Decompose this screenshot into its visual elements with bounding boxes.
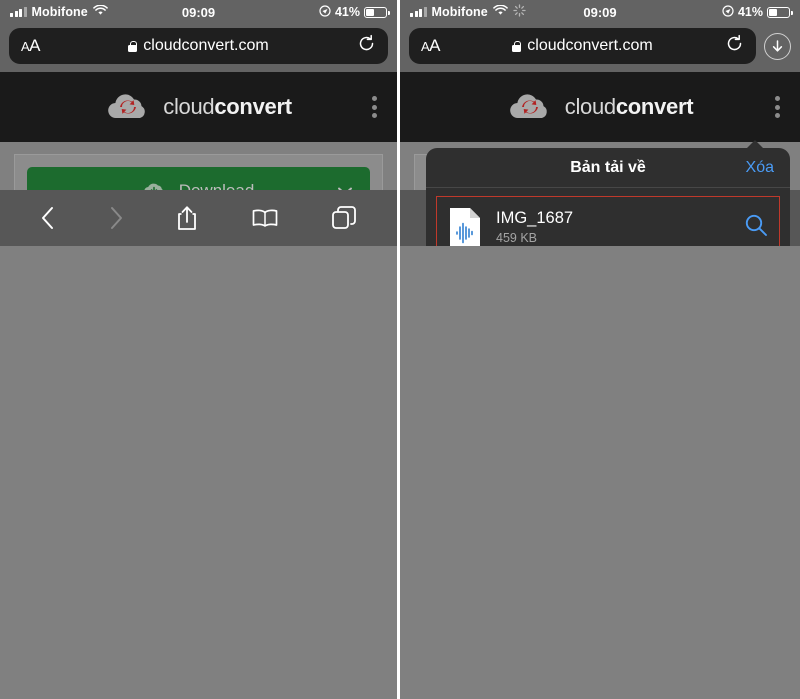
battery-percent-label: 41% xyxy=(334,5,360,19)
status-bar-left: Mobifone 09:09 41% xyxy=(0,0,397,24)
downloads-title: Bản tải về xyxy=(570,159,646,176)
lock-icon xyxy=(128,40,138,52)
tabs-icon[interactable] xyxy=(331,206,356,230)
status-right-group: 41% xyxy=(722,4,793,20)
address-bar-container-right: AA cloudconvert.com xyxy=(400,24,800,72)
url-display: cloudconvert.com xyxy=(9,37,388,55)
search-icon[interactable] xyxy=(744,213,768,242)
download-file-size: 459 KB xyxy=(496,231,538,245)
carrier-label: Mobifone xyxy=(31,5,88,19)
battery-icon xyxy=(767,6,793,18)
screenshot-pair: Mobifone 09:09 41% AA cloudconvert.com c… xyxy=(0,0,800,699)
url-text: cloudconvert.com xyxy=(143,37,269,54)
wifi-icon xyxy=(492,4,508,19)
download-file-meta: IMG_1687 459 KB xyxy=(496,209,730,245)
download-file-name: IMG_1687 xyxy=(496,209,574,227)
location-services-icon xyxy=(722,4,734,20)
brand-name: cloudconvert xyxy=(163,94,292,119)
site-header-right: cloudconvert xyxy=(400,72,800,142)
share-icon[interactable] xyxy=(177,205,197,231)
status-left-group: Mobifone xyxy=(410,4,526,20)
address-bar-container-left: AA cloudconvert.com xyxy=(0,24,397,72)
battery-percent-label: 41% xyxy=(737,5,763,19)
status-left-group: Mobifone xyxy=(10,4,108,19)
status-bar-right: Mobifone 09:09 41% xyxy=(400,0,800,24)
audio-file-icon xyxy=(448,206,482,246)
cellular-signal-icon xyxy=(10,7,27,17)
brand-logo-group: cloudconvert xyxy=(105,91,292,123)
browser-toolbar-left xyxy=(0,190,397,246)
location-services-icon xyxy=(319,4,331,20)
downloads-arrow-icon[interactable] xyxy=(764,32,791,60)
battery-icon xyxy=(364,6,390,18)
forward-chevron-icon xyxy=(109,206,123,230)
brand-logo-group: cloudconvert xyxy=(507,91,694,123)
reload-icon[interactable] xyxy=(357,34,376,58)
book-icon[interactable] xyxy=(252,208,278,228)
kebab-menu-icon[interactable] xyxy=(775,96,780,118)
back-chevron-icon[interactable] xyxy=(41,206,55,230)
web-page-right: cloudconvert Download xyxy=(400,72,800,246)
clear-downloads-button[interactable]: Xóa xyxy=(746,159,774,177)
url-display: cloudconvert.com xyxy=(409,37,756,55)
web-page-left: cloudconvert Download xyxy=(0,72,397,246)
wifi-icon xyxy=(92,4,108,19)
download-list-item[interactable]: IMG_1687 459 KB xyxy=(436,196,780,246)
text-size-icon[interactable]: AA xyxy=(21,36,41,56)
downloads-popover: Bản tải về Xóa IMG_1687 459 KB xyxy=(426,140,790,246)
cloudconvert-logo-icon xyxy=(507,91,553,123)
brand-name: cloudconvert xyxy=(564,94,694,119)
address-bar-left[interactable]: AA cloudconvert.com xyxy=(9,28,388,64)
kebab-menu-icon[interactable] xyxy=(372,96,377,118)
phone-screen-right: Mobifone 09:09 41% AA cloudconvert.com c… xyxy=(400,0,800,699)
phone-screen-left: Mobifone 09:09 41% AA cloudconvert.com c… xyxy=(0,0,400,699)
reload-icon[interactable] xyxy=(725,34,744,58)
carrier-label: Mobifone xyxy=(431,5,488,19)
cellular-signal-icon xyxy=(410,7,427,17)
lock-icon xyxy=(512,40,522,52)
downloads-popover-header: Bản tải về Xóa xyxy=(426,148,790,188)
address-bar-right[interactable]: AA cloudconvert.com xyxy=(409,28,756,64)
url-text: cloudconvert.com xyxy=(527,37,653,54)
text-size-icon[interactable]: AA xyxy=(421,36,441,56)
activity-spinner-icon xyxy=(513,4,526,20)
site-header-left: cloudconvert xyxy=(0,72,397,142)
status-right-group: 41% xyxy=(319,4,390,20)
cloudconvert-logo-icon xyxy=(105,91,151,123)
